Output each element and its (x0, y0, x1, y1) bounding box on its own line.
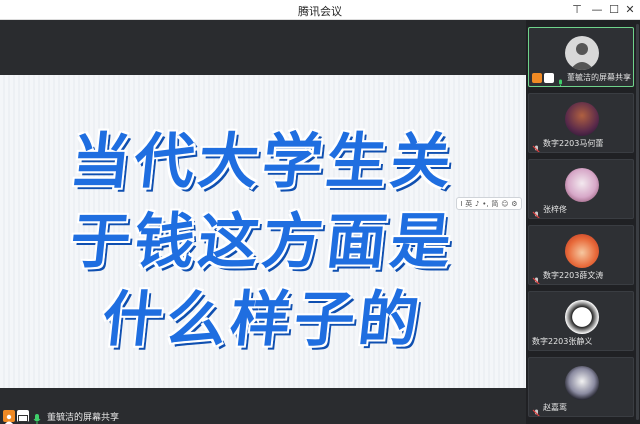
participant-scrollbar[interactable] (636, 24, 639, 420)
participant-tile[interactable]: 数字2203薛文涛 (528, 225, 634, 285)
participant-name: 董毓洁的屏幕共享 (567, 73, 631, 82)
ime-toolbar: I 英 ♪ •, 简 ☺ ⚙ (456, 197, 522, 210)
screen-share-icon (544, 72, 554, 83)
pin-icon[interactable]: ⊤ (570, 3, 584, 17)
maximize-icon[interactable]: ☐ (607, 3, 621, 17)
participant-tile[interactable]: 张梓佟 (528, 159, 634, 219)
window-title: 腾讯会议 (298, 5, 342, 18)
participant-name: 数字2203薛文涛 (543, 271, 604, 280)
presentation-slide: 当代大学生关 于钱这方面是 什么样子的 (0, 75, 526, 388)
participant-name: 张梓佟 (543, 205, 567, 214)
anime-avatar-icon (565, 168, 599, 202)
share-owner-label: 董毓洁的屏幕共享 (47, 412, 120, 423)
slide-title-line-1: 当代大学生关 (66, 127, 459, 197)
microphone-muted-icon (532, 139, 541, 152)
ime-punctuation-toggle[interactable]: •, (482, 200, 488, 208)
anime-avatar-icon (565, 102, 599, 136)
cartoon-avatar-icon (565, 234, 599, 268)
ime-settings-icon[interactable]: ⚙ (511, 200, 517, 208)
close-icon[interactable]: ✕ (623, 3, 637, 17)
title-bar: 腾讯会议 ⊤ — ☐ ✕ (0, 0, 640, 20)
default-avatar-icon (565, 36, 599, 70)
microphone-icon (556, 73, 565, 86)
ime-voice-icon[interactable]: ♪ (475, 200, 479, 208)
participant-tile[interactable]: 数字2203张静义 (528, 291, 634, 351)
ime-cursor-icon[interactable]: I (460, 200, 462, 208)
user-icon (3, 410, 15, 424)
participant-tile[interactable]: 数字2203马何蕾 (528, 93, 634, 153)
ime-simplified-toggle[interactable]: 简 (491, 199, 498, 209)
cartoon-avatar-icon (565, 300, 599, 334)
microphone-muted-icon (532, 205, 541, 218)
participant-name: 赵嘉鸾 (543, 403, 567, 412)
ime-emoji-icon[interactable]: ☺ (501, 200, 508, 208)
microphone-muted-icon (532, 271, 541, 284)
participant-name: 数字2203马何蕾 (543, 139, 604, 148)
slide-title-line-2: 于钱这方面是 (66, 207, 459, 277)
microphone-muted-icon (532, 403, 541, 416)
participant-list[interactable]: 董毓洁的屏幕共享 数字2203马何蕾 张梓佟 数字2203薛文涛 数字2203张… (526, 20, 640, 424)
participant-tile[interactable]: 赵嘉鸾 (528, 357, 634, 417)
shared-screen-view: 当代大学生关 于钱这方面是 什么样子的 (0, 20, 526, 424)
participant-name: 数字2203张静义 (532, 337, 593, 346)
ime-language-toggle[interactable]: 英 (465, 199, 472, 209)
slide-title-line-3: 什么样子的 (98, 285, 427, 355)
user-icon (532, 72, 542, 83)
participant-tile[interactable]: 董毓洁的屏幕共享 (528, 27, 634, 87)
screen-share-indicator: 董毓洁的屏幕共享 (0, 408, 119, 424)
minimize-icon[interactable]: — (590, 3, 604, 17)
anime-avatar-icon (565, 366, 599, 400)
microphone-icon (31, 410, 43, 424)
screen-share-icon (17, 410, 29, 424)
